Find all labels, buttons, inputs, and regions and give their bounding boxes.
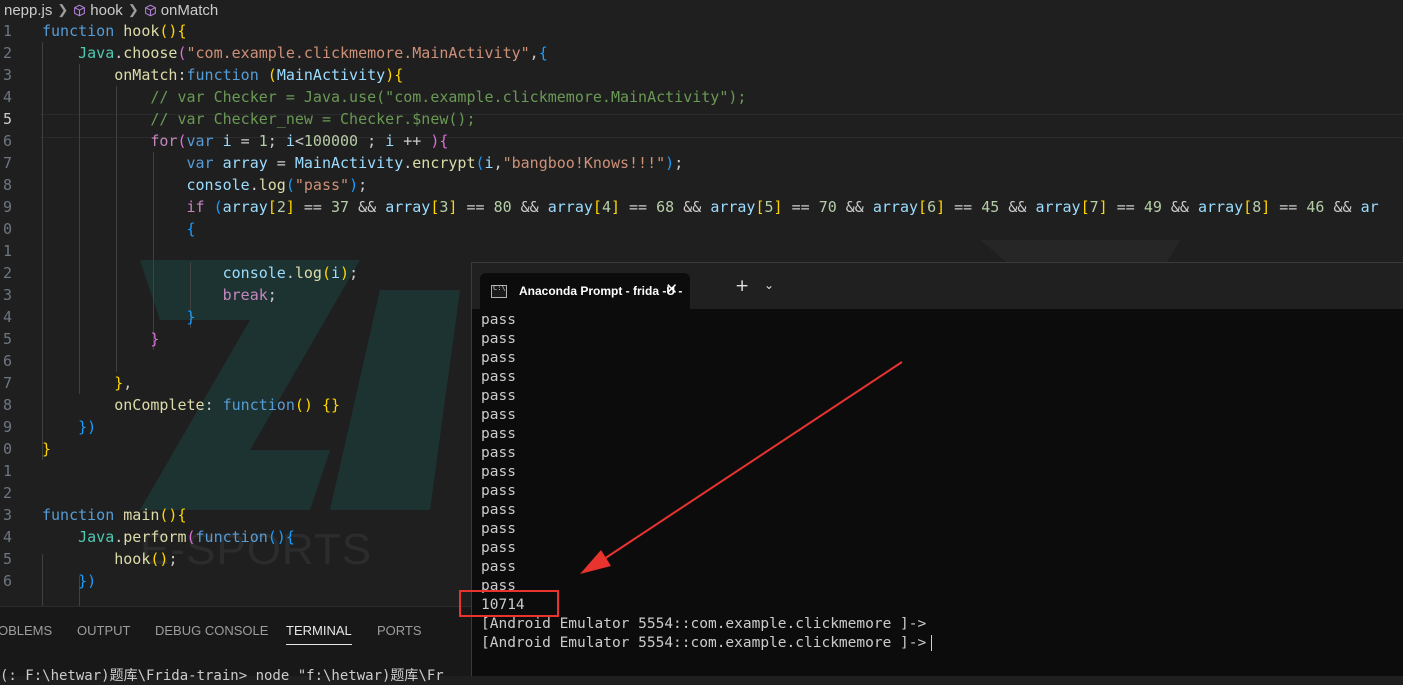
code-line: break; <box>222 286 277 304</box>
tab-problems[interactable]: OBLEMS <box>0 623 52 638</box>
code-line: } <box>186 308 196 326</box>
code-line: }) <box>78 418 97 436</box>
line-number: 4 <box>2 528 12 546</box>
breadcrumb: nepp.js ❯ hook ❯ onMatch <box>0 0 1403 20</box>
line-number: 0 <box>2 220 12 238</box>
code-line: } <box>42 440 52 458</box>
code-line: console.log("pass"); <box>186 176 368 194</box>
output-line: pass <box>481 502 516 518</box>
breadcrumb-file-label: nepp.js <box>4 1 53 19</box>
new-tab-button[interactable]: + <box>735 276 749 296</box>
breadcrumb-item-label: onMatch <box>160 1 219 19</box>
code-line: }, <box>114 374 133 392</box>
output-line: pass <box>481 350 516 366</box>
code-line: if (array[2] == 37 && array[3] == 80 && … <box>186 198 1379 216</box>
breadcrumb-file[interactable]: nepp.js <box>4 2 52 19</box>
code-line: function hook(){ <box>42 22 187 40</box>
tab-debug-console[interactable]: DEBUG CONSOLE <box>155 623 268 638</box>
chevron-down-icon[interactable]: ⌄ <box>764 278 774 292</box>
code-line: { <box>186 220 196 238</box>
line-number: 6 <box>2 572 12 590</box>
code-line: var array = MainActivity.encrypt(i,"bang… <box>186 154 684 172</box>
line-number: 7 <box>2 374 12 392</box>
output-line: pass <box>481 445 516 461</box>
code-line: } <box>150 330 160 348</box>
cube-icon <box>74 4 86 16</box>
close-icon[interactable]: ✕ <box>665 280 678 298</box>
output-line: pass <box>481 312 516 328</box>
line-number: 0 <box>2 440 12 458</box>
code-line: for(var i = 1; i<100000 ; i ++ ){ <box>150 132 449 150</box>
terminal-titlebar: Anaconda Prompt - frida -U - ✕ + ⌄ <box>472 263 1403 309</box>
line-number: 4 <box>2 88 12 106</box>
output-line: pass <box>481 540 516 556</box>
output-line: pass <box>481 426 516 442</box>
breadcrumb-item-onmatch[interactable]: onMatch <box>144 1 219 19</box>
line-number: 8 <box>2 176 12 194</box>
pass-output-list: pass pass pass pass pass pass pass pass pass pass… <box>481 311 932 596</box>
terminal-window[interactable]: Anaconda Prompt - frida -U - ✕ + ⌄ passp… <box>471 262 1403 676</box>
code-line: // var Checker = Java.use("com.example.c… <box>150 88 747 106</box>
line-number: 9 <box>2 198 12 216</box>
chevron-right-icon: ❯ <box>127 2 139 17</box>
line-number: 4 <box>2 308 12 326</box>
line-number: 2 <box>2 264 12 282</box>
code-line: onComplete: function() {} <box>114 396 341 414</box>
code-line: hook(); <box>114 550 178 568</box>
line-number: 1 <box>2 22 12 40</box>
code-line: console.log(i); <box>222 264 359 282</box>
chevron-right-icon: ❯ <box>57 2 69 17</box>
output-line: pass <box>481 369 516 385</box>
output-line: pass <box>481 464 516 480</box>
code-content[interactable]: function hook(){ Java.choose("com.exampl… <box>42 20 1379 590</box>
line-number: 3 <box>2 66 12 84</box>
tab-output[interactable]: OUTPUT <box>77 623 130 638</box>
code-line: // var Checker_new = Checker.$new(); <box>150 110 476 128</box>
tab-terminal[interactable]: TERMINAL <box>286 623 352 645</box>
line-number: 1 <box>2 462 12 480</box>
cube-icon <box>144 4 156 16</box>
terminal-tab-title: Anaconda Prompt - frida -U - <box>519 284 683 298</box>
code-line: }) <box>78 572 97 590</box>
cmd-icon <box>491 284 507 298</box>
line-number: 6 <box>2 132 12 150</box>
output-line: pass <box>481 331 516 347</box>
output-line: pass <box>481 407 516 423</box>
output-line: pass <box>481 483 516 499</box>
text-cursor <box>931 635 933 651</box>
frida-prompt-line: [Android Emulator 5554::com.example.clic… <box>481 616 927 632</box>
panel-terminal-prompt[interactable]: (: F:\hetwar)题库\Frida-train> node "f:\he… <box>0 665 444 685</box>
line-number: 3 <box>2 506 12 524</box>
line-number: 7 <box>2 154 12 172</box>
frida-prompt-text: [Android Emulator 5554::com.example.clic… <box>481 635 927 651</box>
output-line: pass <box>481 559 516 575</box>
line-number: 5 <box>2 330 12 348</box>
line-number: 2 <box>2 484 12 502</box>
line-number: 5 <box>2 110 12 128</box>
terminal-tab[interactable]: Anaconda Prompt - frida -U - ✕ <box>480 273 690 309</box>
line-number: 9 <box>2 418 12 436</box>
output-line: pass <box>481 388 516 404</box>
output-line: pass <box>481 521 516 537</box>
line-number: 5 <box>2 550 12 568</box>
breadcrumb-item-hook[interactable]: hook <box>73 2 123 19</box>
code-line: onMatch:function (MainActivity){ <box>114 66 404 84</box>
code-line: Java.choose("com.example.clickmemore.Mai… <box>78 44 548 62</box>
line-number: 1 <box>2 242 12 260</box>
line-number: 2 <box>2 44 12 62</box>
tab-ports[interactable]: PORTS <box>377 623 422 638</box>
annotation-highlight-box <box>459 590 559 617</box>
frida-prompt-line-current[interactable]: [Android Emulator 5554::com.example.clic… <box>481 634 933 653</box>
breadcrumb-item-label: hook <box>90 1 123 19</box>
line-number: 3 <box>2 286 12 304</box>
code-line: Java.perform(function(){ <box>78 528 295 546</box>
code-line: function main(){ <box>42 506 187 524</box>
line-number: 8 <box>2 396 12 414</box>
line-number: 6 <box>2 352 12 370</box>
